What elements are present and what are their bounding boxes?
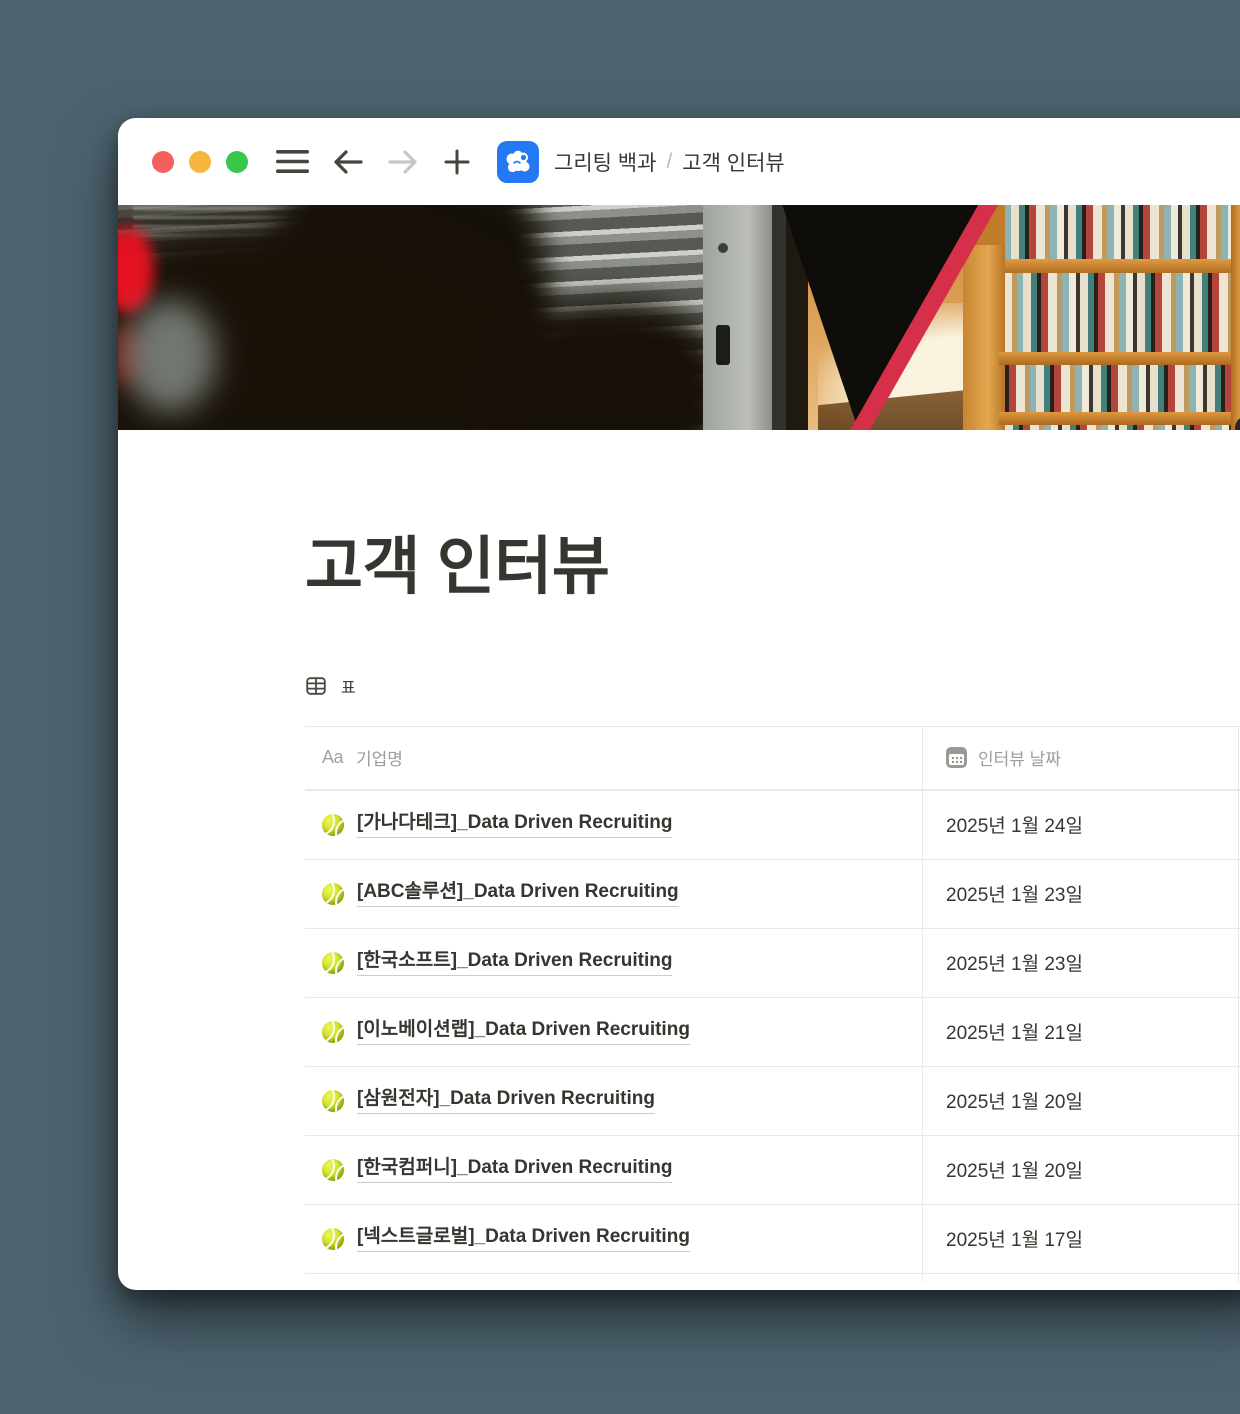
table-view-icon xyxy=(305,675,327,697)
page-title[interactable]: 고객 인터뷰 xyxy=(305,530,1240,606)
tennis-ball-icon xyxy=(322,883,344,905)
menu-icon xyxy=(276,149,309,174)
column-header-date-label: 인터뷰 날짜 xyxy=(978,745,1061,770)
window-controls xyxy=(152,151,248,173)
window-titlebar: 그리팅 백과 / 고객 인터뷰 xyxy=(118,118,1240,205)
table-header-row: Aa 기업명 인터뷰 날짜 xyxy=(305,726,1240,790)
minimize-button[interactable] xyxy=(189,151,211,173)
tennis-ball-icon xyxy=(322,814,344,836)
close-button[interactable] xyxy=(152,151,174,173)
row-page-link[interactable]: [넥스트글로벌]_Data Driven Recruiting xyxy=(357,1225,690,1252)
database-table: Aa 기업명 인터뷰 날짜 [가나다테크]_Data Driven Recrui… xyxy=(305,726,1240,1282)
row-page-link[interactable]: [이노베이션랩]_Data Driven Recruiting xyxy=(357,1018,690,1045)
view-tab-table[interactable]: 표 xyxy=(305,674,1240,698)
row-date-cell[interactable]: 2025년 1월 24일 xyxy=(922,791,1238,859)
cover-image xyxy=(118,205,1240,430)
app-logo-icon[interactable] xyxy=(497,141,539,183)
view-label: 표 xyxy=(341,674,356,698)
row-date-cell[interactable]: 2025년 1월 20일 xyxy=(922,1136,1238,1204)
row-date-cell[interactable]: 2025년 1월 23일 xyxy=(922,860,1238,928)
row-date-cell[interactable]: 2025년 1월 23일 xyxy=(922,929,1238,997)
breadcrumb: 그리팅 백과 / 고객 인터뷰 xyxy=(554,147,785,177)
table-row: [가나다테크]_Data Driven Recruiting 2025년 1월 … xyxy=(305,790,1240,859)
table-row: [한국소프트]_Data Driven Recruiting 2025년 1월 … xyxy=(305,928,1240,997)
plus-icon xyxy=(444,149,470,175)
row-page-link[interactable]: [삼원전자]_Data Driven Recruiting xyxy=(357,1087,655,1114)
row-date-cell[interactable]: 2025년 1월 21일 xyxy=(922,998,1238,1066)
back-button[interactable] xyxy=(333,149,363,175)
text-type-icon: Aa xyxy=(322,747,343,768)
cover-panel-edge xyxy=(703,205,786,430)
breadcrumb-workspace[interactable]: 그리팅 백과 xyxy=(554,147,656,177)
table-row: [한국컴퍼니]_Data Driven Recruiting 2025년 1월 … xyxy=(305,1135,1240,1204)
column-header-date[interactable]: 인터뷰 날짜 xyxy=(922,727,1238,789)
breadcrumb-separator: / xyxy=(666,150,672,174)
tennis-ball-icon xyxy=(322,952,344,974)
table-row: [넥스트글로벌]_Data Driven Recruiting 2025년 1월… xyxy=(305,1204,1240,1273)
tennis-ball-icon xyxy=(322,1228,344,1250)
arrow-left-icon xyxy=(333,149,363,175)
row-page-link[interactable]: [한국컴퍼니]_Data Driven Recruiting xyxy=(357,1156,672,1183)
cover-bookshelf xyxy=(963,205,1240,430)
zoom-button[interactable] xyxy=(226,151,248,173)
column-header-name-label: 기업명 xyxy=(356,745,403,770)
menu-button[interactable] xyxy=(276,149,309,174)
forward-button[interactable] xyxy=(388,149,418,175)
desktop-background: { "titlebar": { "window_controls": { "cl… xyxy=(0,0,1240,1414)
tennis-ball-icon xyxy=(322,1090,344,1112)
new-tab-button[interactable] xyxy=(444,149,470,175)
tennis-ball-icon xyxy=(322,1159,344,1181)
table-row-partial xyxy=(305,1273,1240,1282)
table-row: [이노베이션랩]_Data Driven Recruiting 2025년 1월… xyxy=(305,997,1240,1066)
column-header-name[interactable]: Aa 기업명 xyxy=(305,727,922,789)
table-row: [ABC솔루션]_Data Driven Recruiting 2025년 1월… xyxy=(305,859,1240,928)
row-page-link[interactable]: [가나다테크]_Data Driven Recruiting xyxy=(357,811,672,838)
app-window: 그리팅 백과 / 고객 인터뷰 xyxy=(118,118,1240,1290)
row-date-cell[interactable]: 2025년 1월 17일 xyxy=(922,1205,1238,1273)
tennis-ball-icon xyxy=(322,1021,344,1043)
calendar-icon xyxy=(946,747,967,768)
table-row: [삼원전자]_Data Driven Recruiting 2025년 1월 2… xyxy=(305,1066,1240,1135)
breadcrumb-page[interactable]: 고객 인터뷰 xyxy=(682,147,784,177)
row-page-link[interactable]: [ABC솔루션]_Data Driven Recruiting xyxy=(357,880,679,907)
row-date-cell[interactable]: 2025년 1월 20일 xyxy=(922,1067,1238,1135)
row-page-link[interactable]: [한국소프트]_Data Driven Recruiting xyxy=(357,949,672,976)
arrow-right-icon xyxy=(388,149,418,175)
page-content: 고객 인터뷰 표 Aa 기업명 인터뷰 날짜 xyxy=(118,430,1240,1290)
